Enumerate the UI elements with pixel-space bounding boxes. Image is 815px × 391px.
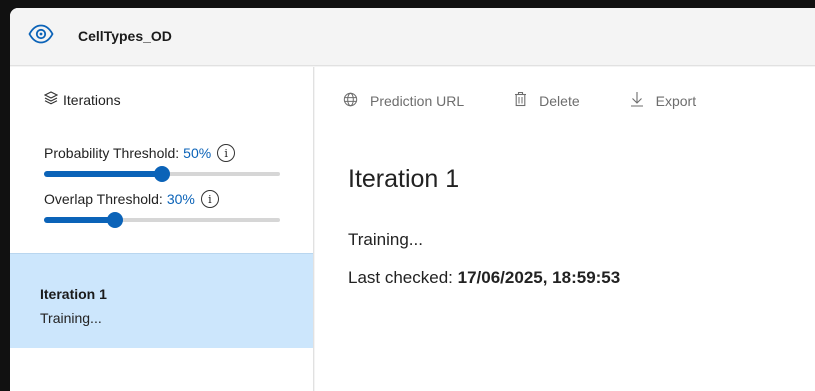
overlap-threshold-label: Overlap Threshold:	[44, 191, 163, 207]
info-icon[interactable]: i	[217, 144, 236, 162]
overlap-threshold-value: 30%	[166, 191, 195, 207]
main-panel: Prediction URL Delete Export Iteration 1…	[315, 67, 815, 391]
last-checked-value: 17/06/2025, 18:59:53	[457, 268, 621, 287]
project-name: CellTypes_OD	[78, 28, 172, 44]
sidebar: Iterations Probability Threshold: 50% i …	[10, 67, 314, 391]
layers-icon	[43, 91, 63, 108]
toolbar: Prediction URL Delete Export	[343, 91, 746, 110]
app-window: CellTypes_OD Iterations Probability Thre…	[10, 8, 815, 391]
iteration-name: Iteration 1	[40, 286, 107, 302]
export-label: Export	[655, 92, 697, 109]
delete-button[interactable]: Delete	[514, 91, 580, 110]
iteration-status: Training...	[40, 310, 102, 326]
slider-thumb[interactable]	[154, 166, 170, 182]
prediction-url-button[interactable]: Prediction URL	[343, 92, 464, 110]
prediction-url-label: Prediction URL	[370, 92, 465, 109]
probability-threshold: Probability Threshold: 50% i	[44, 144, 284, 182]
last-checked: Last checked: 17/06/2025, 18:59:53	[348, 268, 620, 288]
delete-label: Delete	[539, 92, 580, 109]
probability-threshold-slider[interactable]	[44, 166, 280, 182]
info-icon[interactable]: i	[200, 190, 219, 208]
probability-threshold-value: 50%	[183, 145, 212, 161]
iterations-header-label: Iterations	[63, 91, 121, 108]
last-checked-label: Last checked:	[348, 268, 453, 287]
eye-icon[interactable]	[28, 23, 54, 45]
iteration-title: Iteration 1	[348, 165, 460, 193]
iteration-list-item[interactable]: Iteration 1 Training...	[10, 253, 313, 348]
slider-thumb[interactable]	[106, 212, 123, 228]
probability-threshold-label: Probability Threshold:	[44, 145, 180, 161]
overlap-threshold-slider[interactable]	[44, 212, 280, 228]
top-bar: CellTypes_OD	[10, 8, 815, 66]
overlap-threshold: Overlap Threshold: 30% i	[44, 190, 284, 228]
iterations-header: Iterations	[43, 91, 121, 108]
download-icon	[630, 91, 656, 110]
trash-icon	[514, 91, 539, 110]
export-button[interactable]: Export	[630, 91, 696, 110]
iteration-status-text: Training...	[348, 230, 423, 249]
globe-icon	[343, 92, 370, 110]
